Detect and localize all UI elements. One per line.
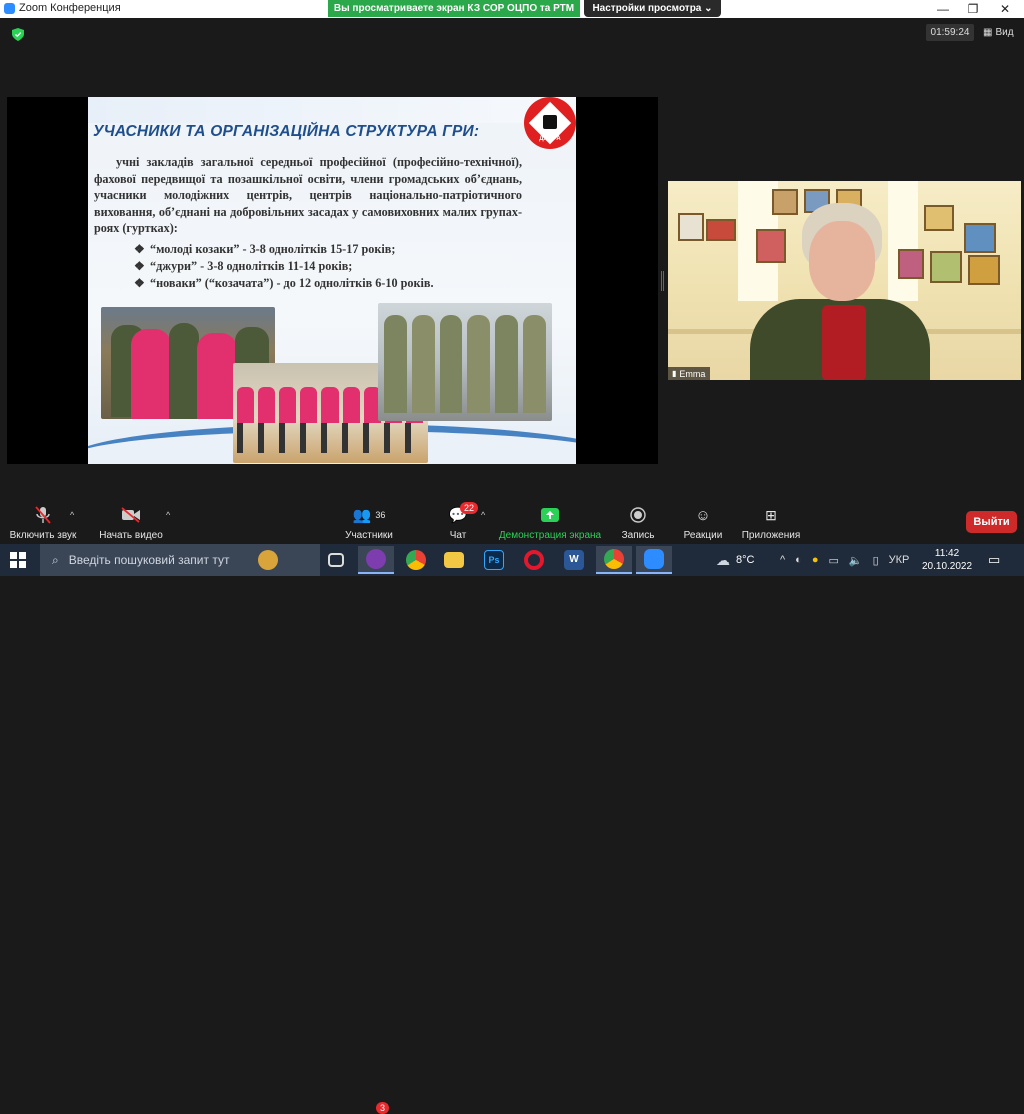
app-title: Zoom Конференция (19, 2, 121, 14)
slide-paragraph: учні закладів загальної середньої профес… (94, 155, 522, 236)
zoom-icon (644, 549, 664, 569)
list-item: ❖ “молоді козаки” - 3-8 однолітків 15-17 … (134, 242, 396, 256)
folder-icon (444, 552, 464, 568)
taskbar-app-opera[interactable] (516, 546, 552, 574)
presentation-slide: УЧАСНИКИ ТА ОРГАНІЗАЦІЙНА СТРУКТУРА ГРИ:… (88, 97, 576, 464)
start-video-label: Начать видео (99, 530, 163, 541)
security-shield-icon[interactable] (12, 28, 24, 41)
taskbar-app-zoom[interactable] (636, 546, 672, 574)
photo-cadets-uniform (378, 303, 552, 421)
participants-icon: 👥 (352, 507, 372, 524)
chevron-up-icon[interactable]: ^ (780, 554, 785, 566)
zoom-logo-icon (4, 2, 15, 14)
dzhura-emblem-logo: ДЖУРА (524, 97, 576, 149)
taskbar-app-word[interactable]: W (556, 546, 592, 574)
chevron-down-icon: ⌄ (704, 3, 713, 14)
reactions-label: Реакции (683, 530, 723, 541)
windows-taskbar: ⌕ Введіть пошуковий запит тут 3 Ps W ☁ 8… (0, 544, 1024, 1114)
video-options-chevron-icon[interactable]: ^ (166, 510, 170, 520)
battery-icon[interactable]: ▯ (873, 554, 879, 567)
participant-name-tag: ▮ Emma (668, 367, 711, 380)
clock-time: 11:42 (934, 548, 960, 559)
participant-name: Emma (679, 368, 706, 379)
mute-label: Включить звук (9, 530, 77, 541)
participants-label: Участники (345, 530, 393, 541)
participants-button[interactable]: 👥 36 Участники (340, 506, 398, 541)
audio-options-chevron-icon[interactable]: ^ (70, 510, 74, 520)
split-resize-handle[interactable] (661, 271, 664, 291)
taskbar-clock[interactable]: 11:42 20.10.2022 (922, 547, 972, 573)
search-placeholder: Введіть пошуковий запит тут (68, 553, 230, 567)
view-settings-button[interactable]: Настройки просмотра ⌄ (584, 0, 721, 17)
meeting-timer: 01:59:24 (926, 24, 974, 41)
grid-view-icon: ▦ (983, 27, 993, 38)
taskbar-app-chrome[interactable] (398, 546, 434, 574)
record-icon (630, 507, 646, 523)
participant-person (730, 201, 950, 380)
minimize-icon[interactable]: — (928, 1, 958, 17)
video-off-icon (121, 507, 140, 523)
muted-microphone-icon (35, 506, 51, 524)
slide-title: УЧАСНИКИ ТА ОРГАНІЗАЦІЙНА СТРУКТУРА ГРИ: (93, 123, 480, 140)
clock-date: 20.10.2022 (922, 561, 973, 572)
taskbar-app-file-explorer[interactable] (436, 546, 472, 574)
network-tray-icon[interactable]: ▭ (828, 554, 838, 567)
apps-button[interactable]: ⊞ Приложения (739, 506, 803, 542)
weather-widget[interactable]: ☁ 8°C (716, 544, 754, 576)
viber-badge: 3 (376, 1102, 390, 1114)
restore-icon[interactable]: ❐ (958, 1, 988, 17)
speaker-icon[interactable]: 🔈 (849, 554, 863, 567)
start-video-button[interactable]: Начать видео (96, 506, 166, 541)
record-button[interactable]: Запись (618, 506, 658, 541)
app-title-group: Zoom Конференция (4, 2, 121, 14)
viber-icon (366, 549, 386, 569)
share-screen-icon (541, 508, 559, 522)
signal-bars-icon: ▮ (672, 369, 677, 378)
word-icon: W (564, 550, 584, 570)
norton-tray-icon[interactable]: ● (812, 554, 819, 566)
chat-unread-badge: 22 (460, 502, 479, 514)
participants-count: 36 (375, 510, 386, 520)
language-indicator[interactable]: УКР (889, 554, 910, 566)
temperature: 8°C (736, 554, 755, 566)
search-icon: ⌕ (52, 552, 59, 567)
list-item: ❖ “новаки” (“козачата”) - до 12 одноліткі… (134, 276, 434, 290)
share-screen-button[interactable]: Демонстрация экрана (498, 506, 602, 541)
taskbar-app-photoshop[interactable]: Ps (476, 546, 512, 574)
view-button[interactable]: ▦ Вид (983, 24, 1014, 41)
taskbar-app-chrome-2[interactable] (596, 546, 632, 574)
chat-label: Чат (449, 530, 467, 541)
windows-start-icon[interactable] (10, 552, 26, 568)
slide-bullet-list: ❖ “молоді козаки” - 3-8 однолітків 15-17 … (134, 241, 434, 292)
search-highlight-icon[interactable] (250, 546, 286, 574)
chrome-icon (406, 550, 426, 570)
apps-grid-icon: ⊞ (765, 506, 777, 523)
chat-options-chevron-icon[interactable]: ^ (481, 510, 485, 520)
emblem-text: ДЖУРА (539, 136, 561, 142)
mute-button[interactable]: Включить звук (8, 506, 78, 541)
security-tray-icon[interactable]: ◐ (795, 554, 802, 566)
view-settings-label: Настройки просмотра (592, 3, 702, 14)
taskbar-app-viber[interactable] (358, 546, 394, 574)
share-screen-label: Демонстрация экрана (498, 530, 602, 541)
apps-label: Приложения (741, 530, 801, 541)
participant-video-tile[interactable] (668, 181, 1021, 380)
cloud-icon: ☁ (716, 551, 730, 568)
view-label: Вид (995, 27, 1014, 38)
close-icon[interactable]: ✕ (990, 1, 1020, 17)
task-view-icon[interactable] (318, 546, 354, 574)
share-banner: Вы просматриваете экран КЗ СОР ОЦПО та Р… (328, 0, 580, 17)
emoji-plus-icon: ☺ (695, 506, 711, 524)
list-item: ❖ “джури” - 3-8 однолітків 11-14 років; (134, 259, 353, 273)
system-tray-icons: ^ ◐ ● ▭ 🔈 ▯ УКР (780, 544, 909, 576)
photoshop-icon: Ps (484, 550, 504, 570)
opera-icon (524, 550, 544, 570)
notifications-icon[interactable]: ▭ (988, 544, 1000, 576)
record-label: Запись (621, 530, 655, 541)
chrome-icon (604, 549, 624, 569)
leave-meeting-button[interactable]: Выйти (966, 511, 1017, 533)
reactions-button[interactable]: ☺ Реакции (680, 506, 726, 542)
